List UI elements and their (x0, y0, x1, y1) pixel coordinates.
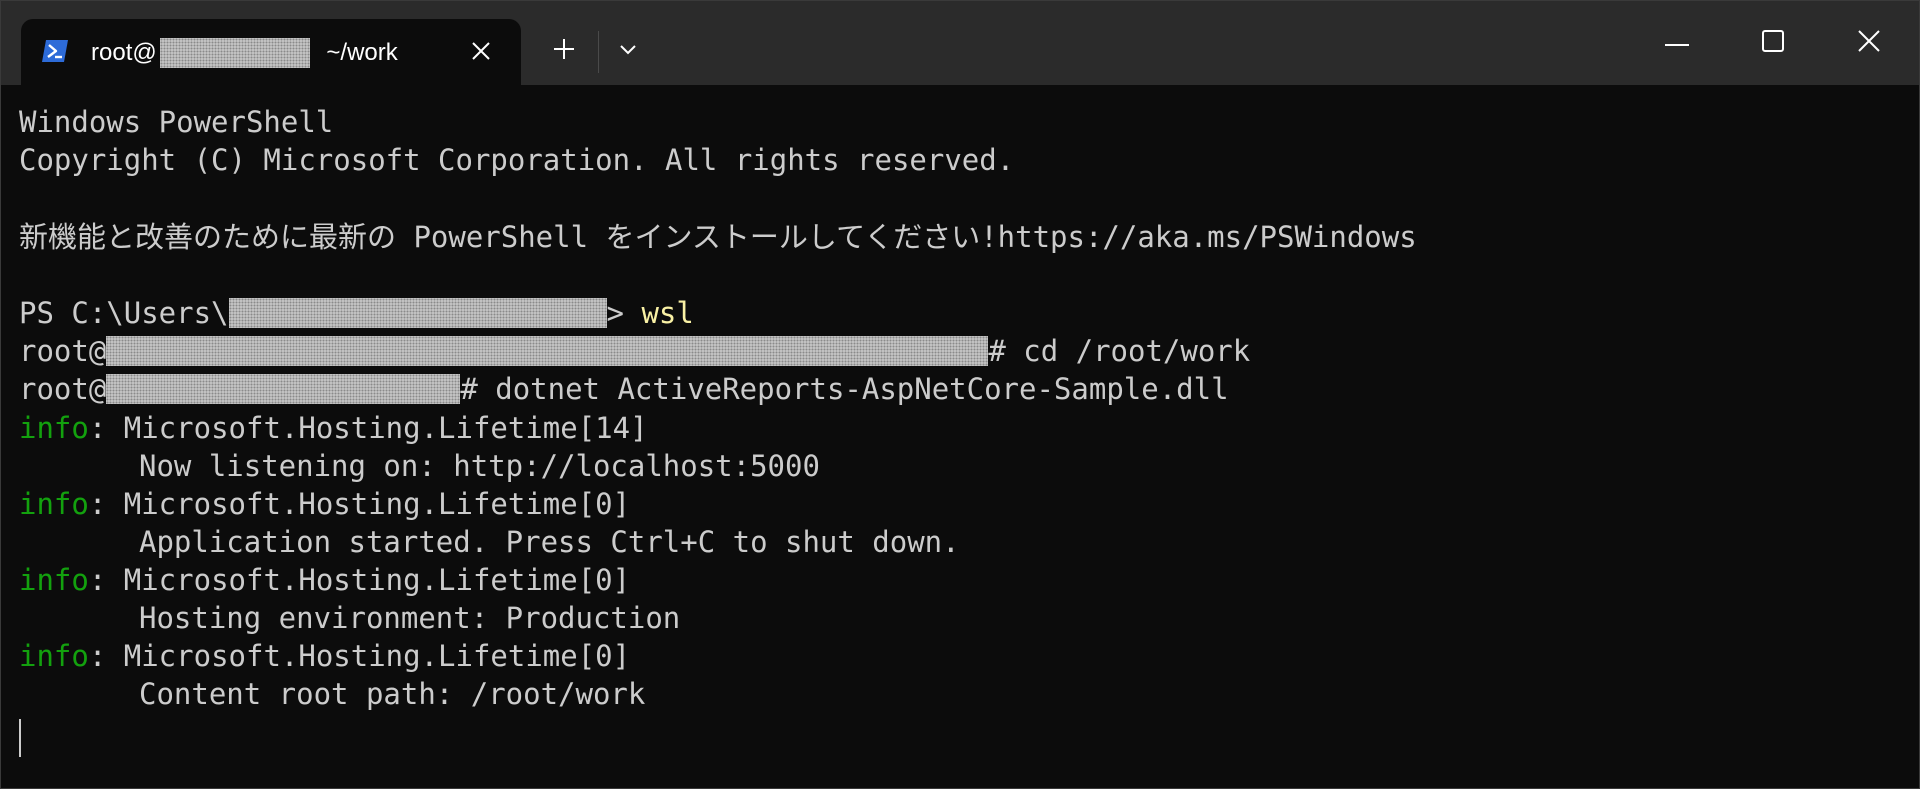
tab-dropdown-button[interactable] (608, 31, 648, 71)
install-message: 新機能と改善のために最新の PowerShell をインストールしてください!h… (19, 220, 1417, 254)
tab-title-user: root@ (91, 39, 157, 66)
tab-title-path: ~/work (319, 39, 398, 66)
terminal-output[interactable]: Windows PowerShell Copyright (C) Microso… (1, 85, 1919, 788)
log-category: Microsoft.Hosting.Lifetime[14] (123, 411, 648, 445)
bash-prompt-line: root@ # dotnet ActiveReports-AspNetCore-S… (19, 370, 1229, 408)
title-bar: root@ ~/work (1, 1, 1919, 85)
ps-prompt-line: PS C:\Users\ > wsl (19, 294, 694, 332)
redacted-hostname (159, 38, 310, 68)
log-header: info: Microsoft.Hosting.Lifetime[0] (19, 561, 630, 599)
chevron-down-icon (619, 42, 637, 60)
log-header: info: Microsoft.Hosting.Lifetime[0] (19, 637, 630, 675)
command-cd: # cd /root/work (988, 334, 1251, 368)
banner-copyright: Copyright (C) Microsoft Corporation. All… (19, 143, 1015, 177)
log-header: info: Microsoft.Hosting.Lifetime[0] (19, 485, 630, 523)
root-prompt: root@ (19, 334, 107, 368)
redacted-hostname (106, 374, 461, 404)
log-category: Microsoft.Hosting.Lifetime[0] (123, 639, 631, 673)
minimize-icon (1665, 34, 1689, 52)
close-tab-button[interactable] (461, 33, 501, 73)
tab-title: root@ ~/work (91, 38, 398, 68)
new-tab-button[interactable] (544, 31, 584, 71)
log-category: Microsoft.Hosting.Lifetime[0] (123, 563, 631, 597)
close-icon (471, 41, 491, 66)
tab-active[interactable]: root@ ~/work (21, 19, 521, 85)
log-level: info (19, 563, 89, 597)
log-message: Hosting environment: Production (139, 601, 681, 635)
root-prompt: root@ (19, 372, 107, 406)
log-separator: : (88, 639, 124, 673)
log-separator: : (88, 411, 124, 445)
log-level: info (19, 639, 89, 673)
minimize-button[interactable] (1647, 21, 1707, 65)
tab-separator (598, 31, 599, 73)
maximize-icon (1762, 29, 1784, 57)
ps-prompt-end: > (606, 296, 624, 330)
redacted-hostname (106, 336, 989, 366)
redacted-username (228, 298, 607, 328)
banner-title: Windows PowerShell (19, 105, 334, 139)
close-window-button[interactable] (1839, 21, 1899, 65)
ps-command: wsl (623, 296, 694, 330)
command-dotnet: # dotnet ActiveReports-AspNetCore-Sample… (460, 372, 1229, 406)
maximize-button[interactable] (1743, 21, 1803, 65)
text-cursor (19, 719, 21, 757)
terminal-window: root@ ~/work Windows PowerShell Copyrigh… (0, 0, 1920, 789)
log-level: info (19, 411, 89, 445)
log-message: Application started. Press Ctrl+C to shu… (139, 525, 960, 559)
log-header: info: Microsoft.Hosting.Lifetime[14] (19, 409, 648, 447)
plus-icon (553, 38, 575, 65)
close-icon (1857, 29, 1881, 58)
log-level: info (19, 487, 89, 521)
bash-prompt-line: root@ # cd /root/work (19, 332, 1250, 370)
log-message: Content root path: /root/work (139, 677, 646, 711)
log-separator: : (88, 487, 124, 521)
powershell-icon (41, 39, 69, 63)
log-separator: : (88, 563, 124, 597)
log-category: Microsoft.Hosting.Lifetime[0] (123, 487, 631, 521)
log-message: Now listening on: http://localhost:5000 (139, 449, 820, 483)
ps-prompt: PS C:\Users\ (19, 296, 229, 330)
